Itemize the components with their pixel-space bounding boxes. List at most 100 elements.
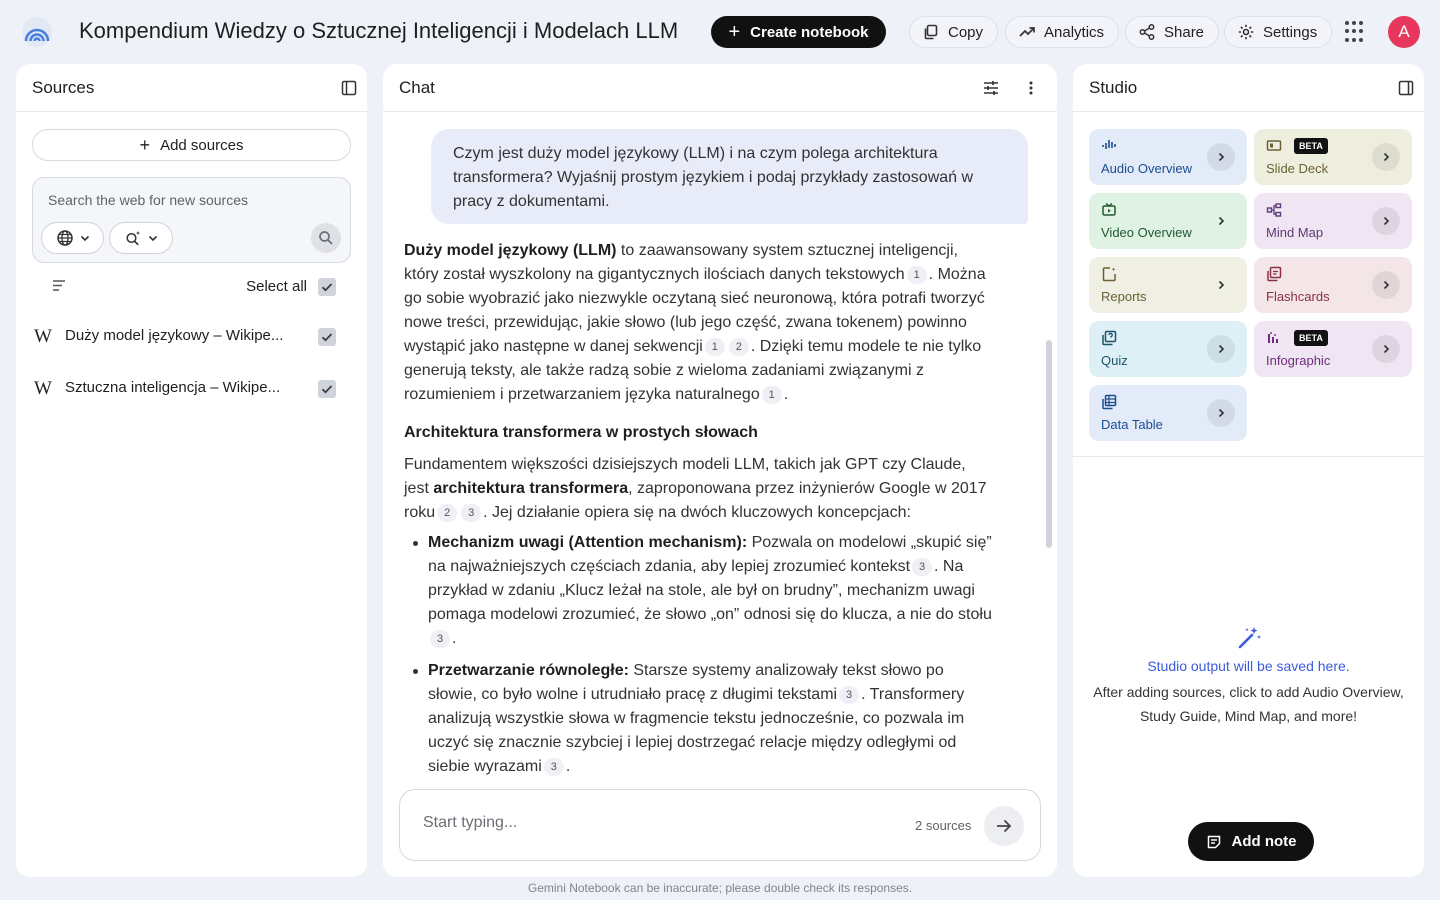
notebook-title[interactable]: Kompendium Wiedzy o Sztucznej Inteligenc…: [79, 18, 678, 44]
collapse-panel-icon[interactable]: [1396, 78, 1416, 98]
copy-button[interactable]: Copy: [909, 16, 999, 48]
wikipedia-icon: W: [34, 326, 52, 347]
answer-bold: Mechanizm uwagi (Attention mechanism):: [428, 534, 748, 551]
more-options-icon[interactable]: [1021, 78, 1041, 98]
studio-panel: Studio Audio Overview BETA Slide Deck Vi…: [1073, 64, 1424, 877]
app-logo-icon[interactable]: [22, 17, 52, 47]
send-button[interactable]: [984, 806, 1024, 846]
beta-badge: BETA: [1294, 330, 1328, 346]
disclaimer-footer: Gemini Notebook can be inaccurate; pleas…: [527, 881, 913, 895]
magic-wand-icon: [1238, 627, 1261, 649]
studio-tile-slide-deck[interactable]: BETA Slide Deck: [1254, 129, 1412, 185]
infographic-icon: [1268, 332, 1278, 343]
select-all-checkbox[interactable]: [318, 278, 336, 296]
web-search-box: [32, 177, 351, 263]
answer-heading: Architektura transformera w prostych sło…: [404, 424, 758, 441]
chat-settings-icon[interactable]: [981, 78, 1001, 98]
plus-icon: +: [728, 21, 741, 43]
chat-panel: Chat Czym jest duży model językowy (LLM)…: [383, 64, 1057, 877]
studio-empty-description: After adding sources, click to add Audio…: [1093, 684, 1404, 724]
studio-tile-label: Flashcards: [1266, 289, 1330, 304]
web-source-dropdown[interactable]: [41, 222, 104, 254]
web-search-input[interactable]: [48, 192, 328, 208]
top-bar: Kompendium Wiedzy o Sztucznej Inteligenc…: [0, 0, 1440, 64]
studio-empty-state: Studio output will be saved here. After …: [1073, 624, 1424, 728]
answer-text: . Jej działanie opiera się na dwóch kluc…: [483, 504, 911, 521]
settings-label: Settings: [1263, 23, 1318, 41]
answer-bold: Duży model językowy (LLM): [404, 242, 617, 259]
analytics-button[interactable]: Analytics: [1005, 16, 1120, 48]
trending-up-icon: [1019, 27, 1035, 37]
assistant-answer: Duży model językowy (LLM) to zaawansowan…: [404, 239, 994, 787]
answer-bold: Przetwarzanie równoległe:: [428, 662, 629, 679]
studio-tile-data-table[interactable]: Data Table: [1089, 385, 1247, 441]
mind-map-icon: [1266, 203, 1282, 217]
research-mode-dropdown[interactable]: [109, 222, 173, 254]
citation-chip[interactable]: 2: [437, 504, 458, 522]
globe-icon: [56, 230, 73, 246]
studio-tile-video-overview[interactable]: Video Overview: [1089, 193, 1247, 249]
chevron-right-icon: [1207, 271, 1235, 299]
citation-chip[interactable]: 3: [912, 558, 933, 576]
sources-panel: Sources + Add sources Select all W Duży …: [16, 64, 367, 877]
studio-tile-audio-overview[interactable]: Audio Overview: [1089, 129, 1247, 185]
share-button[interactable]: Share: [1125, 16, 1220, 48]
studio-tile-flashcards[interactable]: Flashcards: [1254, 257, 1412, 313]
source-name: Sztuczna inteligencja – Wikipe...: [65, 379, 281, 396]
apps-grid-icon[interactable]: [1345, 21, 1367, 43]
filter-icon[interactable]: [52, 279, 68, 293]
citation-chip[interactable]: 3: [461, 504, 482, 522]
slides-icon: [1266, 140, 1282, 151]
sparkle-search-icon: [126, 231, 140, 246]
studio-tile-infographic[interactable]: BETA Infographic: [1254, 321, 1412, 377]
citation-chip[interactable]: 1: [761, 386, 782, 404]
create-notebook-button[interactable]: + Create notebook: [711, 16, 886, 48]
gear-icon: [1238, 24, 1254, 40]
source-item[interactable]: W Sztuczna inteligencja – Wikipe...: [32, 374, 351, 404]
source-checkbox[interactable]: [318, 380, 336, 398]
citation-chip[interactable]: 3: [543, 758, 564, 776]
answer-bullet: Przetwarzanie równoległe: Starsze system…: [404, 659, 994, 779]
copy-label: Copy: [948, 23, 984, 41]
answer-text: .: [565, 758, 571, 775]
quiz-icon: [1102, 330, 1117, 346]
source-item[interactable]: W Duży model językowy – Wikipe...: [32, 322, 351, 352]
search-submit-button[interactable]: [311, 223, 341, 253]
add-note-button[interactable]: Add note: [1188, 822, 1314, 861]
citation-chip[interactable]: 1: [906, 266, 927, 284]
collapse-panel-icon[interactable]: [339, 78, 359, 98]
answer-bullet: Mechanizm uwagi (Attention mechanism): P…: [404, 531, 994, 651]
data-table-icon: [1102, 394, 1117, 410]
flashcards-icon: [1267, 266, 1282, 282]
chat-input[interactable]: [423, 814, 883, 832]
check-icon: [321, 385, 333, 394]
add-sources-button[interactable]: + Add sources: [32, 129, 351, 161]
chat-scrollbar[interactable]: [1046, 340, 1052, 548]
studio-tile-quiz[interactable]: Quiz: [1089, 321, 1247, 377]
source-name: Duży model językowy – Wikipe...: [65, 327, 284, 344]
studio-tile-mind-map[interactable]: Mind Map: [1254, 193, 1412, 249]
studio-empty-title: Studio output will be saved here.: [1147, 658, 1350, 674]
plus-icon: +: [139, 134, 151, 155]
chevron-right-icon: [1372, 207, 1400, 235]
studio-tile-reports[interactable]: Reports: [1089, 257, 1247, 313]
user-message: Czym jest duży model językowy (LLM) i na…: [431, 129, 1028, 224]
chat-header: Chat: [383, 64, 1057, 112]
source-checkbox[interactable]: [318, 328, 336, 346]
citation-chip[interactable]: 3: [839, 686, 860, 704]
arrow-right-icon: [997, 819, 1012, 833]
analytics-label: Analytics: [1044, 23, 1105, 41]
citation-chip[interactable]: 2: [728, 338, 749, 356]
citation-chip[interactable]: 1: [704, 338, 725, 356]
citation-chip[interactable]: 3: [430, 630, 450, 648]
settings-button[interactable]: Settings: [1224, 16, 1333, 48]
studio-tile-label: Slide Deck: [1266, 161, 1329, 176]
studio-title: Studio: [1089, 77, 1138, 97]
studio-tile-label: Audio Overview: [1101, 161, 1193, 176]
studio-tile-label: Reports: [1101, 289, 1147, 304]
avatar[interactable]: A: [1388, 16, 1420, 48]
sources-title: Sources: [32, 77, 95, 97]
wikipedia-icon: W: [34, 378, 52, 399]
studio-tile-label: Data Table: [1101, 417, 1163, 432]
beta-badge: BETA: [1294, 138, 1328, 154]
